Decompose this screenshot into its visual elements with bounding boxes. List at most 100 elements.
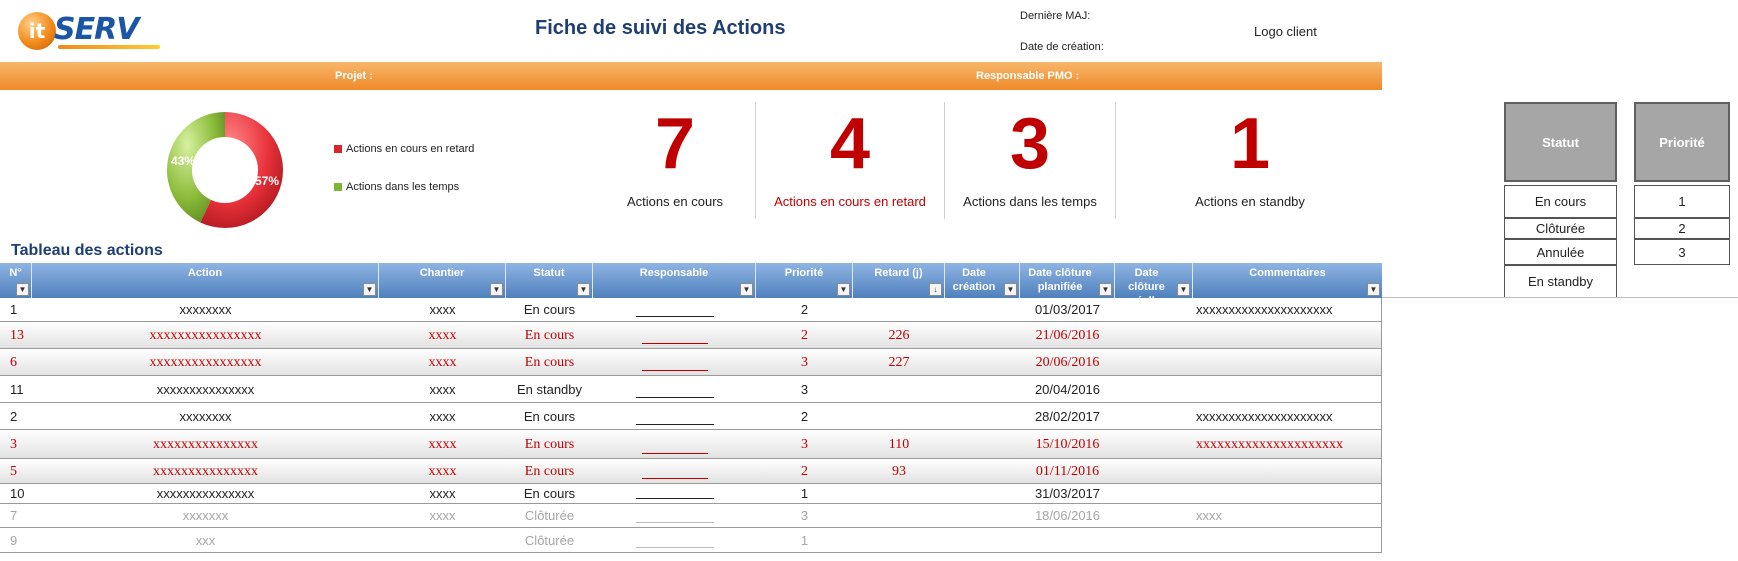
cell-responsable-blank[interactable] [636, 547, 714, 548]
table-row[interactable]: 7 xxxxxxx xxxx Clôturée 3 18/06/2016 xxxx [0, 504, 1382, 528]
cell-responsable-blank[interactable] [636, 397, 714, 398]
table-row[interactable]: 5 xxxxxxxxxxxxxxx xxxx En cours 2 93 01/11/201… [0, 459, 1382, 484]
cell-statut[interactable]: En cours [506, 322, 593, 349]
cell-chantier[interactable]: xxxx [379, 504, 506, 528]
cell-planifiee[interactable]: 15/10/2016 [1020, 430, 1115, 459]
cell-planifiee[interactable]: 01/03/2017 [1020, 298, 1115, 322]
cell-planifiee[interactable]: 20/06/2016 [1020, 349, 1115, 376]
cell-statut[interactable]: En cours [506, 484, 593, 504]
cell-chantier[interactable]: xxxx [379, 298, 506, 322]
cell-retard[interactable]: 226 [853, 322, 945, 349]
cell-statut[interactable]: En cours [506, 430, 593, 459]
cell-responsable-blank[interactable] [636, 498, 714, 499]
cell-action[interactable]: xxxxxxx [32, 504, 379, 528]
cell-chantier[interactable]: xxxx [379, 349, 506, 376]
cell-num[interactable]: 11 [10, 376, 24, 403]
cell-planifiee[interactable]: 18/06/2016 [1020, 504, 1115, 528]
table-row[interactable]: 3 xxxxxxxxxxxxxxx xxxx En cours 3 110 15/10/20… [0, 430, 1382, 459]
cell-retard[interactable]: 110 [853, 430, 945, 459]
cell-responsable-blank[interactable] [636, 522, 714, 523]
cell-responsable-blank[interactable] [642, 343, 708, 344]
cell-statut[interactable]: En cours [506, 298, 593, 322]
cell-num[interactable]: 2 [10, 403, 17, 430]
cell-statut[interactable]: En cours [506, 349, 593, 376]
cell-statut[interactable]: En standby [506, 376, 593, 403]
cell-statut[interactable]: Clôturée [506, 528, 593, 553]
cell-responsable-blank[interactable] [642, 478, 708, 479]
cell-responsable-blank[interactable] [642, 453, 708, 454]
cell-priorite[interactable]: 2 [756, 403, 853, 430]
cell-priorite[interactable]: 3 [756, 376, 853, 403]
cell-planifiee[interactable]: 21/06/2016 [1020, 322, 1115, 349]
cell-priorite[interactable]: 2 [756, 322, 853, 349]
cell-responsable-blank[interactable] [636, 316, 714, 317]
cell-chantier[interactable]: xxxx [379, 484, 506, 504]
table-row[interactable]: 11 xxxxxxxxxxxxxxx xxxx En standby 3 20/04/20… [0, 376, 1382, 403]
cell-priorite[interactable]: 3 [756, 504, 853, 528]
cell-action[interactable]: xxxxxxxxxxxxxxx [32, 430, 379, 459]
priorite-reference-header: Priorité [1634, 102, 1730, 182]
sort-filter-icon[interactable]: ↓ [929, 283, 942, 296]
cell-responsable-blank[interactable] [642, 370, 708, 371]
cell-commentaires[interactable]: xxxxxxxxxxxxxxxxxxxxx [1196, 403, 1333, 430]
cell-num[interactable]: 1 [10, 298, 17, 322]
cell-action[interactable]: xxxxxxxxxxxxxxxx [32, 349, 379, 376]
cell-chantier[interactable]: xxxx [379, 376, 506, 403]
cell-num[interactable]: 7 [10, 504, 17, 528]
table-row[interactable]: 1 xxxxxxxx xxxx En cours 2 01/03/2017 xxxxxxxx… [0, 298, 1382, 322]
filter-dropdown-icon[interactable]: ▼ [837, 283, 850, 296]
table-row[interactable]: 13 xxxxxxxxxxxxxxxx xxxx En cours 2 226 21/06/… [0, 322, 1382, 349]
filter-dropdown-icon[interactable]: ▼ [363, 283, 376, 296]
cell-num[interactable]: 9 [10, 528, 17, 553]
cell-priorite[interactable]: 2 [756, 298, 853, 322]
cell-responsable-blank[interactable] [636, 424, 714, 425]
cell-num[interactable]: 6 [10, 349, 17, 376]
filter-dropdown-icon[interactable]: ▼ [1367, 283, 1380, 296]
table-row[interactable]: 6 xxxxxxxxxxxxxxxx xxxx En cours 3 227 20/06/2… [0, 349, 1382, 376]
cell-chantier[interactable]: xxxx [379, 430, 506, 459]
cell-retard[interactable]: 93 [853, 459, 945, 484]
cell-planifiee[interactable]: 31/03/2017 [1020, 484, 1115, 504]
cell-num[interactable]: 5 [10, 459, 17, 484]
table-row[interactable]: 10 xxxxxxxxxxxxxxx xxxx En cours 1 31/03/2017 [0, 484, 1382, 504]
filter-dropdown-icon[interactable]: ▼ [1004, 283, 1017, 296]
cell-num[interactable]: 13 [10, 322, 24, 349]
cell-action[interactable]: xxxxxxxx [32, 298, 379, 322]
cell-priorite[interactable]: 3 [756, 349, 853, 376]
cell-num[interactable]: 3 [10, 430, 17, 459]
table-row[interactable]: 2 xxxxxxxx xxxx En cours 2 28/02/2017 xxxxxxxx… [0, 403, 1382, 430]
cell-chantier[interactable]: xxxx [379, 322, 506, 349]
cell-planifiee[interactable]: 20/04/2016 [1020, 376, 1115, 403]
cell-action[interactable]: xxx [32, 528, 379, 553]
cell-priorite[interactable]: 1 [756, 484, 853, 504]
cell-statut[interactable]: Clôturée [506, 504, 593, 528]
filter-dropdown-icon[interactable]: ▼ [1099, 283, 1112, 296]
filter-dropdown-icon[interactable]: ▼ [490, 283, 503, 296]
cell-action[interactable]: xxxxxxxx [32, 403, 379, 430]
cell-priorite[interactable]: 2 [756, 459, 853, 484]
cell-retard[interactable]: 227 [853, 349, 945, 376]
cell-commentaires[interactable]: xxxx [1196, 504, 1222, 528]
cell-action[interactable]: xxxxxxxxxxxxxxx [32, 376, 379, 403]
filter-dropdown-icon[interactable]: ▼ [577, 283, 590, 296]
table-row[interactable]: 9 xxx Clôturée 1 [0, 528, 1382, 553]
cell-statut[interactable]: En cours [506, 403, 593, 430]
cell-priorite[interactable]: 3 [756, 430, 853, 459]
filter-dropdown-icon[interactable]: ▼ [16, 283, 29, 296]
logo-serv-wordmark: SERV [54, 12, 139, 47]
cell-planifiee[interactable]: 28/02/2017 [1020, 403, 1115, 430]
cell-planifiee[interactable]: 01/11/2016 [1020, 459, 1115, 484]
filter-dropdown-icon[interactable]: ▼ [740, 283, 753, 296]
filter-dropdown-icon[interactable]: ▼ [1177, 283, 1190, 296]
kpi-divider [944, 102, 945, 219]
cell-statut[interactable]: En cours [506, 459, 593, 484]
cell-commentaires[interactable]: xxxxxxxxxxxxxxxxxxxxx [1196, 430, 1343, 459]
cell-action[interactable]: xxxxxxxxxxxxxxxx [32, 322, 379, 349]
cell-num[interactable]: 10 [10, 484, 24, 504]
cell-chantier[interactable]: xxxx [379, 459, 506, 484]
cell-action[interactable]: xxxxxxxxxxxxxxx [32, 459, 379, 484]
cell-priorite[interactable]: 1 [756, 528, 853, 553]
cell-commentaires[interactable]: xxxxxxxxxxxxxxxxxxxxx [1196, 298, 1333, 322]
cell-action[interactable]: xxxxxxxxxxxxxxx [32, 484, 379, 504]
cell-chantier[interactable]: xxxx [379, 403, 506, 430]
